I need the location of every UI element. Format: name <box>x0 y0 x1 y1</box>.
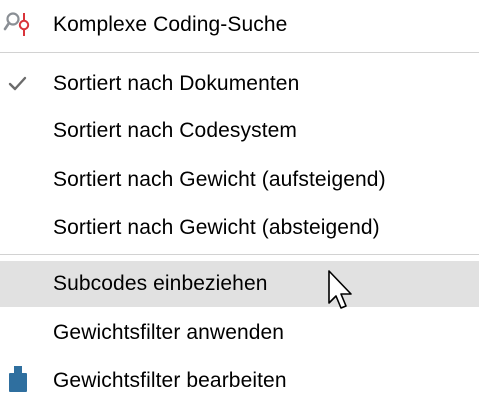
menu-item-gewichtsfilter-anwenden[interactable]: Gewichtsfilter anwenden <box>0 310 479 356</box>
mouse-cursor-icon <box>327 269 355 315</box>
menu-item-label: Sortiert nach Gewicht (aufsteigend) <box>53 168 386 191</box>
menu-item-sortiert-nach-gewicht-aufsteigend[interactable]: Sortiert nach Gewicht (aufsteigend) <box>0 157 479 203</box>
menu-item-label: Sortiert nach Codesystem <box>53 119 298 142</box>
menu-item-label: Sortiert nach Gewicht (absteigend) <box>53 216 380 239</box>
menu-item-label: Gewichtsfilter bearbeiten <box>53 369 287 392</box>
search-coding-icon <box>0 2 36 48</box>
menu-item-label: Gewichtsfilter anwenden <box>53 321 285 344</box>
menu-item-sortiert-nach-dokumenten[interactable]: Sortiert nach Dokumenten <box>0 61 479 107</box>
menu-item-label: Sortiert nach Dokumenten <box>53 72 300 95</box>
context-menu: Komplexe Coding-Suche Sortiert nach Doku… <box>0 0 479 404</box>
menu-separator <box>0 254 479 255</box>
menu-item-komplexe-coding-suche[interactable]: Komplexe Coding-Suche <box>0 2 479 48</box>
checkmark-icon <box>0 61 36 107</box>
menu-item-label: Subcodes einbeziehen <box>53 272 268 295</box>
menu-separator <box>0 52 479 53</box>
menu-item-label: Komplexe Coding-Suche <box>53 13 288 36</box>
menu-item-sortiert-nach-codesystem[interactable]: Sortiert nach Codesystem <box>0 108 479 154</box>
menu-item-sortiert-nach-gewicht-absteigend[interactable]: Sortiert nach Gewicht (absteigend) <box>0 205 479 251</box>
weight-icon <box>0 358 36 404</box>
menu-item-subcodes-einbeziehen[interactable]: Subcodes einbeziehen <box>0 261 479 307</box>
menu-item-gewichtsfilter-bearbeiten[interactable]: Gewichtsfilter bearbeiten <box>0 358 479 404</box>
